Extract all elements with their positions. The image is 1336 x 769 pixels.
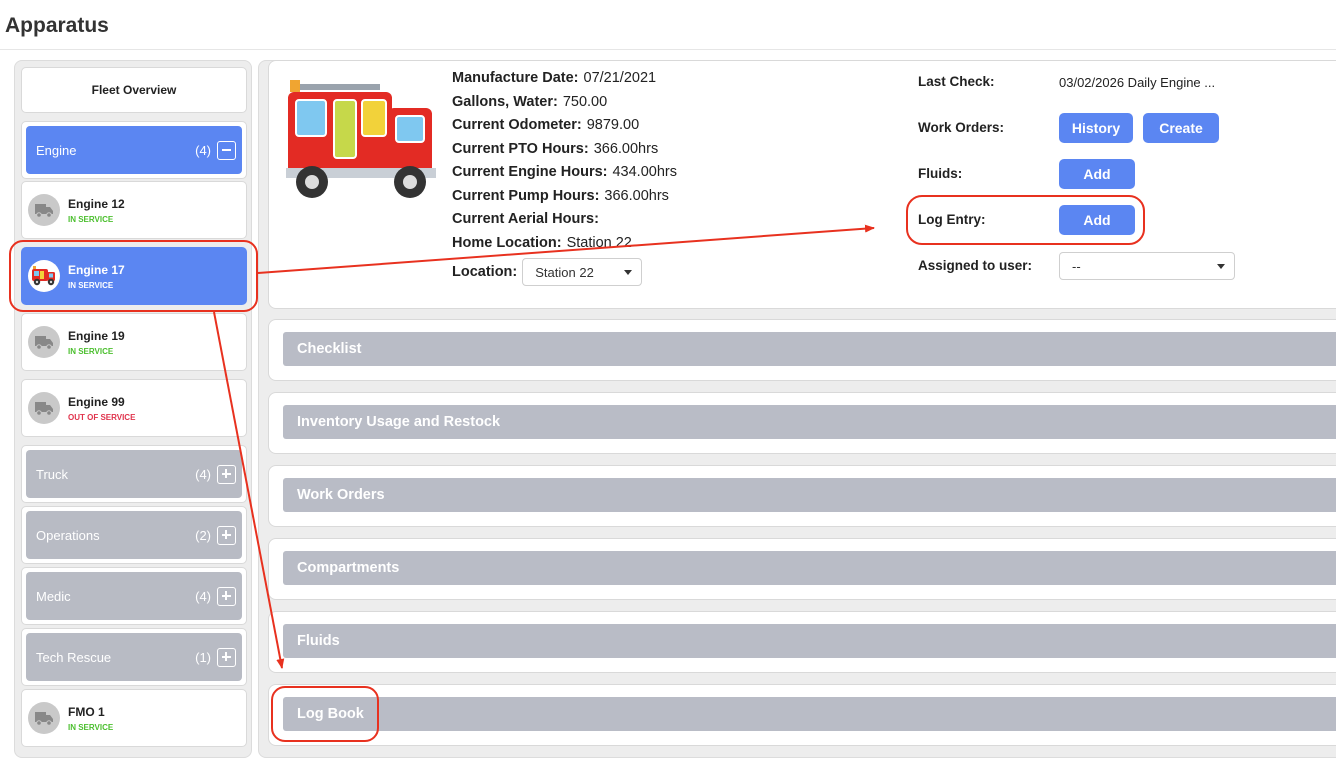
unit-fmo-1[interactable]: FMO 1 IN SERVICE — [21, 689, 247, 747]
group-label: Operations — [36, 527, 100, 543]
section-inventory: Inventory Usage and Restock — [268, 392, 1336, 454]
spec-home-location: Home Location: Station 22 — [452, 235, 632, 251]
group-medic[interactable]: Medic (4) — [21, 567, 247, 625]
page-title: Apparatus — [5, 14, 109, 37]
work-orders-create-button[interactable]: Create — [1143, 113, 1219, 143]
group-label: Tech Rescue — [36, 649, 112, 665]
group-label: Engine — [36, 142, 77, 158]
fire-truck-image — [286, 80, 436, 198]
status-badge: IN SERVICE — [68, 722, 114, 732]
group-count: (4) — [195, 466, 211, 482]
last-check-value[interactable]: 03/02/2026 Daily Engine ... — [1059, 75, 1215, 90]
fluids-label: Fluids: — [918, 166, 963, 181]
collapse-icon[interactable] — [217, 140, 236, 160]
unit-name: FMO 1 — [68, 704, 105, 719]
section-header-work-orders[interactable]: Work Orders — [283, 478, 1336, 512]
group-count: (1) — [195, 649, 211, 665]
location-label: Location: — [452, 264, 518, 280]
section-log-book: Log Book — [268, 684, 1336, 746]
spec-engine-hours: Current Engine Hours: 434.00hrs — [452, 164, 677, 180]
apparatus-sidebar: Fleet Overview Engine (4) Engine 12 IN S… — [14, 60, 252, 758]
truck-icon — [28, 194, 60, 226]
last-check-label: Last Check: — [918, 74, 995, 89]
highlight-log-entry — [906, 195, 1145, 245]
chevron-down-icon — [1217, 264, 1225, 269]
expand-icon[interactable] — [217, 525, 236, 545]
section-header-checklist[interactable]: Checklist — [283, 332, 1336, 366]
status-badge: OUT OF SERVICE — [68, 412, 136, 422]
group-label: Truck — [36, 466, 69, 482]
expand-icon[interactable] — [217, 647, 236, 667]
group-count: (4) — [195, 588, 211, 604]
section-header-log-book[interactable]: Log Book — [283, 697, 1336, 731]
spec-manufacture-date: Manufacture Date: 07/21/2021 — [452, 70, 657, 86]
section-header-fluids[interactable]: Fluids — [283, 624, 1336, 658]
group-operations[interactable]: Operations (2) — [21, 506, 247, 564]
group-engine[interactable]: Engine (4) — [21, 121, 247, 179]
section-compartments: Compartments — [268, 538, 1336, 600]
fluids-add-button[interactable]: Add — [1059, 159, 1135, 189]
unit-engine-99[interactable]: Engine 99 OUT OF SERVICE — [21, 379, 247, 437]
work-orders-label: Work Orders: — [918, 120, 1005, 135]
truck-icon — [28, 392, 60, 424]
expand-icon[interactable] — [217, 586, 236, 606]
chevron-down-icon — [624, 270, 633, 275]
section-work-orders: Work Orders — [268, 465, 1336, 527]
truck-icon — [28, 702, 60, 734]
status-badge: IN SERVICE — [68, 346, 114, 356]
assigned-user-select[interactable]: -- — [1059, 252, 1235, 280]
highlight-engine-17 — [9, 240, 258, 312]
section-checklist: Checklist — [268, 319, 1336, 381]
spec-pto-hours: Current PTO Hours: 366.00hrs — [452, 141, 659, 157]
spec-current-odometer: Current Odometer: 9879.00 — [452, 117, 640, 133]
work-orders-history-button[interactable]: History — [1059, 113, 1133, 143]
title-divider — [0, 49, 1336, 50]
group-count: (4) — [195, 142, 211, 158]
assigned-to-user-label: Assigned to user: — [918, 258, 1033, 273]
fleet-overview-button[interactable]: Fleet Overview — [21, 67, 247, 113]
highlight-log-book — [271, 686, 379, 742]
spec-gallons-water: Gallons, Water: 750.00 — [452, 94, 608, 110]
location-row: Location: Station 22 — [452, 258, 643, 286]
expand-icon[interactable] — [217, 464, 236, 484]
unit-engine-12[interactable]: Engine 12 IN SERVICE — [21, 181, 247, 239]
unit-engine-19[interactable]: Engine 19 IN SERVICE — [21, 313, 247, 371]
unit-name: Engine 99 — [68, 394, 125, 409]
location-select[interactable]: Station 22 — [522, 258, 643, 286]
section-fluids: Fluids — [268, 611, 1336, 673]
spec-aerial-hours: Current Aerial Hours: — [452, 211, 599, 227]
group-truck[interactable]: Truck (4) — [21, 445, 247, 503]
spec-pump-hours: Current Pump Hours: 366.00hrs — [452, 188, 669, 204]
unit-name: Engine 12 — [68, 196, 125, 211]
group-tech-rescue[interactable]: Tech Rescue (1) — [21, 628, 247, 686]
status-badge: IN SERVICE — [68, 214, 114, 224]
section-header-inventory[interactable]: Inventory Usage and Restock — [283, 405, 1336, 439]
unit-name: Engine 19 — [68, 328, 125, 343]
truck-icon — [28, 326, 60, 358]
group-label: Medic — [36, 588, 71, 604]
section-header-compartments[interactable]: Compartments — [283, 551, 1336, 585]
group-count: (2) — [195, 527, 211, 543]
